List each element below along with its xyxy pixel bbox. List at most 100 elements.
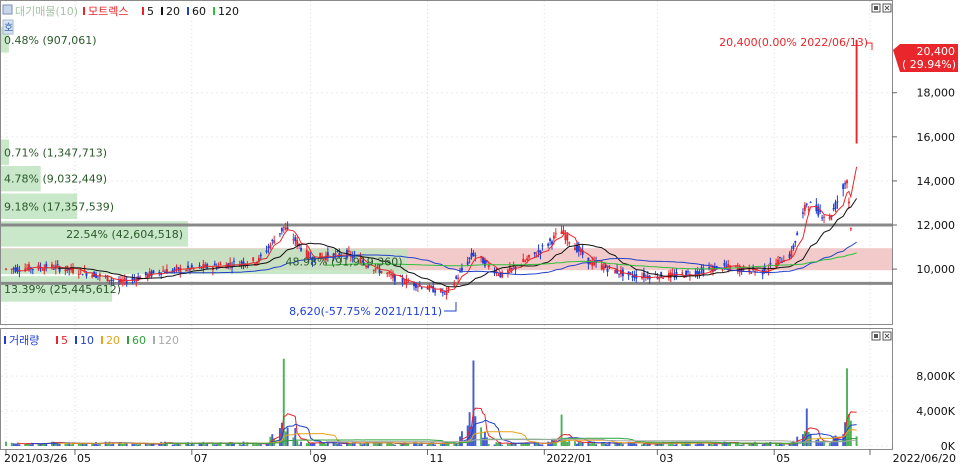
volume-bar xyxy=(372,443,375,446)
volume-bar xyxy=(233,443,235,446)
candle-body xyxy=(240,261,243,264)
candle-body xyxy=(468,257,471,260)
candle-body xyxy=(131,278,134,280)
candle-body xyxy=(434,290,437,293)
candle-body xyxy=(81,274,84,276)
volume-bar xyxy=(541,444,544,446)
legend-ma-marker xyxy=(187,7,189,15)
candle-body xyxy=(56,264,59,266)
candle-body xyxy=(26,267,29,269)
volume-bar xyxy=(171,444,174,446)
volume-bar xyxy=(711,444,714,446)
candle-body xyxy=(560,231,563,235)
volume-bar xyxy=(756,444,758,446)
volume-bar xyxy=(240,444,243,446)
volume-bar xyxy=(708,443,711,446)
candle-body xyxy=(836,201,839,203)
volume-bar xyxy=(137,444,140,446)
candle-body xyxy=(524,260,527,262)
candle-body xyxy=(282,226,285,228)
price-axis-label: 16,000 xyxy=(917,131,956,144)
candle-body xyxy=(614,269,617,274)
candle-body xyxy=(416,286,419,288)
volume-bar xyxy=(123,443,126,446)
volume-legend-ma-marker xyxy=(127,336,129,344)
price-axis-label: 10,000 xyxy=(917,263,956,276)
volume-bar xyxy=(374,443,377,446)
candle-body xyxy=(750,272,753,274)
candle-body xyxy=(721,269,724,271)
volume-bar xyxy=(399,444,402,446)
volume-bar xyxy=(815,439,818,446)
stock-chart-window: 0.48% (907,061) 0.71% (1,347,713) 4.78% (9… xyxy=(0,0,960,465)
volume-bar xyxy=(292,437,295,446)
volume-bar xyxy=(300,441,302,446)
volume-bar xyxy=(535,443,538,446)
volume-bar xyxy=(336,444,339,446)
candle-body xyxy=(152,270,155,273)
volume-bar xyxy=(577,442,580,446)
volume-bar xyxy=(179,444,182,446)
volume-bar xyxy=(694,444,697,446)
volume-bar xyxy=(782,444,785,446)
candle-body xyxy=(566,233,569,241)
candle-body xyxy=(41,269,44,271)
volume-bar xyxy=(256,444,258,446)
volume-bar xyxy=(740,444,743,446)
candle-body xyxy=(432,286,435,293)
volume-axis-label: 4,000K xyxy=(916,405,955,418)
volume-bar xyxy=(472,360,475,446)
volume-bar xyxy=(14,443,17,446)
candle-body xyxy=(564,235,567,241)
candle-body xyxy=(554,233,557,235)
candle-body xyxy=(68,268,71,270)
volume-bar xyxy=(849,420,852,446)
volume-bar xyxy=(16,443,19,446)
legend-ma-label: 5 xyxy=(147,5,154,18)
volume-bar xyxy=(215,444,218,446)
candle-body xyxy=(12,268,15,270)
volume-bar xyxy=(702,443,705,446)
candle-body xyxy=(459,271,461,273)
volume-bar xyxy=(267,443,270,446)
low-price-annotation: 8,620(-57.75% 2021/11/11) xyxy=(289,305,442,318)
candle-body xyxy=(125,281,128,284)
candle-body xyxy=(552,235,555,239)
volume-legend-ma-marker xyxy=(56,336,58,344)
candle-body xyxy=(91,274,94,277)
volume-legend-ma-label: 120 xyxy=(158,334,179,347)
volume-bar xyxy=(587,442,590,446)
candle-body xyxy=(602,266,605,270)
candle-body xyxy=(809,201,812,203)
candle-body xyxy=(118,280,120,282)
candle-body xyxy=(372,269,375,271)
candle-body xyxy=(547,243,550,246)
candle-body xyxy=(805,203,808,205)
candle-body xyxy=(420,287,423,289)
volume-legend-title: 거래량 xyxy=(9,334,39,347)
candle-body xyxy=(574,247,576,251)
candle-body xyxy=(175,266,178,268)
candle-body xyxy=(407,281,410,283)
volume-legend-ma-label: 20 xyxy=(106,334,120,347)
candle-body xyxy=(10,268,13,270)
volume-bar xyxy=(595,444,598,446)
volume-bar xyxy=(654,444,657,446)
candle-body xyxy=(185,270,188,272)
volume-bar xyxy=(821,441,824,446)
volume-bar xyxy=(64,443,67,446)
volume-bar xyxy=(121,443,124,446)
candle-body xyxy=(77,273,80,275)
candle-body xyxy=(110,279,113,281)
maximize-icon-inner xyxy=(874,6,878,10)
volume-bar xyxy=(392,443,394,446)
candle-body xyxy=(842,184,845,189)
candle-body xyxy=(144,272,147,276)
price-legend: 대기매물(10) 모트렉스 5 20 60 120 xyxy=(2,4,239,18)
candle-body xyxy=(219,264,222,266)
volume-bar xyxy=(480,427,483,446)
supply-profile-label: 4.78% (9,032,449) xyxy=(4,173,107,186)
candle-body xyxy=(179,267,182,273)
volume-bar xyxy=(562,438,565,446)
volume-bar xyxy=(359,443,362,446)
